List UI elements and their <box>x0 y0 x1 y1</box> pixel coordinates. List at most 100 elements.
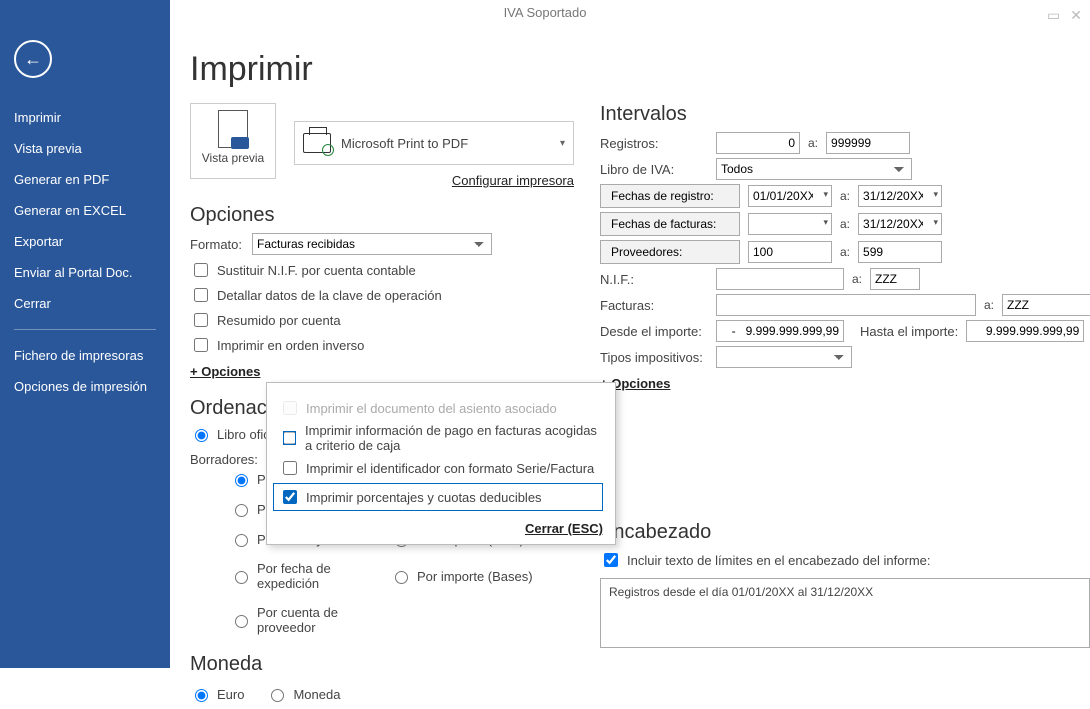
libro-iva-label: Libro de IVA: <box>600 162 708 177</box>
printer-selector[interactable]: Microsoft Print to PDF ▾ <box>294 121 574 165</box>
nif-label: N.I.F.: <box>600 272 708 287</box>
main-panel: Imprimir Vista previa Microsoft Print to… <box>170 30 1090 668</box>
sidebar-item-exportar[interactable]: Exportar <box>0 226 170 257</box>
formato-label: Formato: <box>190 237 246 252</box>
opciones-plus-link[interactable]: + Opciones <box>190 364 260 379</box>
tipos-impositivos-select[interactable] <box>716 346 852 368</box>
fecha-registro-to[interactable] <box>858 185 942 207</box>
sidebar-item-generar-excel[interactable]: Generar en EXCEL <box>0 195 170 226</box>
proveedores-to[interactable] <box>858 241 942 263</box>
proveedores-from[interactable] <box>748 241 832 263</box>
chk-imprimir-info-pago-label: Imprimir información de pago en facturas… <box>305 423 603 453</box>
page-title: Imprimir <box>190 50 1066 89</box>
libro-iva-select[interactable]: Todos <box>716 158 912 180</box>
chk-imprimir-doc-asiento-label: Imprimir el documento del asiento asocia… <box>306 401 557 416</box>
tipos-impositivos-label: Tipos impositivos: <box>600 350 708 365</box>
sidebar-item-cerrar[interactable]: Cerrar <box>0 288 170 319</box>
a-label: a: <box>840 245 850 259</box>
back-button[interactable]: ← <box>14 40 52 78</box>
radio-por-importe-bases[interactable] <box>395 571 408 584</box>
fechas-facturas-button[interactable]: Fechas de facturas: <box>600 212 740 236</box>
radio-por-fecha[interactable] <box>235 504 248 517</box>
fecha-facturas-to[interactable] <box>858 213 942 235</box>
chk-sustituir-nif-label: Sustituir N.I.F. por cuenta contable <box>217 263 416 278</box>
chk-imprimir-info-pago[interactable] <box>283 431 296 445</box>
vista-previa-label: Vista previa <box>191 151 275 165</box>
printer-name: Microsoft Print to PDF <box>341 136 468 151</box>
chk-detallar-clave-label: Detallar datos de la clave de operación <box>217 288 442 303</box>
radio-por-cuenta-prov-label: Por cuenta de proveedor <box>257 605 390 635</box>
chk-sustituir-nif[interactable] <box>194 263 208 277</box>
document-preview-icon <box>218 110 248 148</box>
a-label: a: <box>808 136 818 150</box>
nif-from[interactable] <box>716 268 844 290</box>
a-label: a: <box>852 272 862 286</box>
chk-orden-inverso[interactable] <box>194 338 208 352</box>
sidebar: ← Imprimir Vista previa Generar en PDF G… <box>0 0 170 668</box>
chk-imprimir-porcentajes-label: Imprimir porcentajes y cuotas deducibles <box>306 490 542 505</box>
radio-euro[interactable] <box>195 689 208 702</box>
chk-incluir-texto-limites-label: Incluir texto de límites en el encabezad… <box>627 553 931 568</box>
sidebar-item-fichero-impresoras[interactable]: Fichero de impresoras <box>0 340 170 371</box>
window-title: IVA Soportado <box>504 5 587 20</box>
chk-resumido-cuenta-label: Resumido por cuenta <box>217 313 341 328</box>
sidebar-item-opciones-impresion[interactable]: Opciones de impresión <box>0 371 170 402</box>
radio-por-fecha-num[interactable] <box>235 534 248 547</box>
fecha-registro-from[interactable] <box>748 185 832 207</box>
sidebar-item-generar-pdf[interactable]: Generar en PDF <box>0 164 170 195</box>
hasta-importe-input[interactable] <box>966 320 1084 342</box>
facturas-label: Facturas: <box>600 298 708 313</box>
sidebar-item-vista-previa[interactable]: Vista previa <box>0 133 170 164</box>
chk-imprimir-doc-asiento <box>283 401 297 415</box>
registros-from-input[interactable] <box>716 132 800 154</box>
a-label: a: <box>840 217 850 231</box>
facturas-from[interactable] <box>716 294 976 316</box>
registros-label: Registros: <box>600 136 708 151</box>
facturas-to[interactable] <box>1002 294 1090 316</box>
chk-detallar-clave[interactable] <box>194 288 208 302</box>
chk-resumido-cuenta[interactable] <box>194 313 208 327</box>
chk-imprimir-identificador-label: Imprimir el identificador con formato Se… <box>306 461 594 476</box>
radio-por-fecha-exped[interactable] <box>235 571 248 584</box>
radio-por-numero[interactable] <box>235 474 248 487</box>
opciones-heading: Opciones <box>190 204 574 227</box>
window-close-icon[interactable]: ✕ <box>1070 2 1082 28</box>
sidebar-item-enviar-portal[interactable]: Enviar al Portal Doc. <box>0 257 170 288</box>
sidebar-item-imprimir[interactable]: Imprimir <box>0 102 170 133</box>
vista-previa-button[interactable]: Vista previa <box>190 103 276 179</box>
chevron-down-icon: ▾ <box>560 138 565 149</box>
radio-por-fecha-exped-label: Por fecha de expedición <box>257 561 390 591</box>
registros-to-input[interactable] <box>826 132 910 154</box>
intervalos-heading: Intervalos <box>600 103 1090 126</box>
chk-orden-inverso-label: Imprimir en orden inverso <box>217 338 364 353</box>
radio-moneda[interactable] <box>271 689 284 702</box>
fechas-registro-button[interactable]: Fechas de registro: <box>600 184 740 208</box>
radio-libro-oficial[interactable] <box>195 429 208 442</box>
fecha-facturas-from[interactable] <box>748 213 832 235</box>
moneda-heading: Moneda <box>190 653 574 676</box>
radio-moneda-label: Moneda <box>293 687 340 702</box>
popup-close-link[interactable]: Cerrar (ESC) <box>525 521 603 536</box>
chk-imprimir-identificador[interactable] <box>283 461 297 475</box>
radio-euro-label: Euro <box>217 687 244 702</box>
nif-to[interactable] <box>870 268 920 290</box>
desde-importe-label: Desde el importe: <box>600 324 708 339</box>
a-label: a: <box>984 298 994 312</box>
formato-select[interactable]: Facturas recibidas <box>252 233 492 255</box>
encabezado-heading: Encabezado <box>600 521 1090 544</box>
encabezado-textarea[interactable]: Registros desde el día 01/01/20XX al 31/… <box>600 578 1090 648</box>
a-label: a: <box>840 189 850 203</box>
desde-importe-input[interactable] <box>716 320 844 342</box>
chk-incluir-texto-limites[interactable] <box>604 553 618 567</box>
printer-icon <box>303 133 331 153</box>
arrow-left-icon: ← <box>24 49 42 70</box>
radio-por-importe-bases-label: Por importe (Bases) <box>417 569 533 584</box>
configure-printer-link[interactable]: Configurar impresora <box>452 173 574 188</box>
chk-imprimir-porcentajes[interactable] <box>283 490 297 504</box>
proveedores-button[interactable]: Proveedores: <box>600 240 740 264</box>
window-minimize-icon[interactable]: ▭ <box>1047 2 1060 28</box>
sidebar-separator <box>14 329 156 330</box>
radio-por-cuenta-prov[interactable] <box>235 615 248 628</box>
hasta-importe-label: Hasta el importe: <box>860 324 958 339</box>
opciones-popup: Imprimir el documento del asiento asocia… <box>266 382 616 545</box>
